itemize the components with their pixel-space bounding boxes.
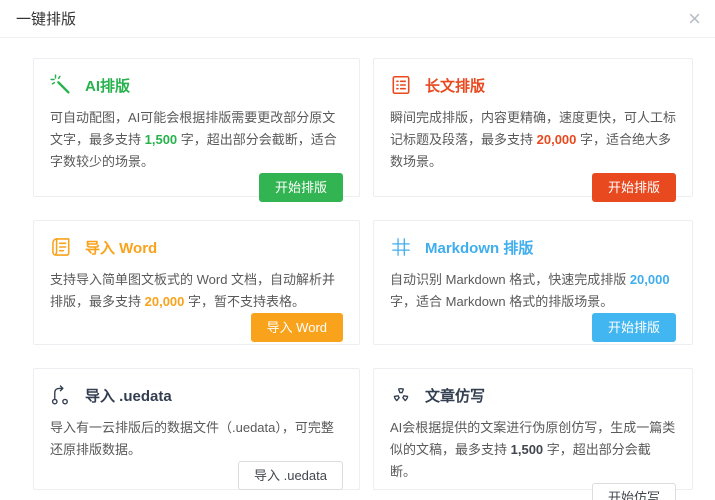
word-limit: 1,500	[511, 442, 544, 457]
card-long-article: 长文排版 瞬间完成排版，内容更精确，速度更快，可人工标记标题及段落，最多支持 2…	[373, 58, 693, 197]
card-import-uedata: 导入 .uedata 导入有一云排版后的数据文件（.uedata），可完整还原排…	[33, 368, 360, 490]
import-word-button[interactable]: 导入 Word	[251, 313, 343, 342]
dialog-title: 一键排版	[16, 8, 76, 29]
card-title: 导入 Word	[85, 237, 157, 258]
card-title: 文章仿写	[425, 385, 485, 406]
word-limit: 1,500	[145, 132, 178, 147]
card-head: 导入 .uedata	[50, 384, 343, 406]
branch-icon	[50, 384, 72, 406]
card-description: 可自动配图，AI可能会根据排版需要更改部分原文文字，最多支持 1,500 字，超…	[50, 107, 343, 173]
card-description: AI会根据提供的文案进行伪原创仿写，生成一篇类似的文稿，最多支持 1,500 字…	[390, 417, 676, 483]
card-import-word: 导入 Word 支持导入简单图文板式的 Word 文档，自动解析并排版，最多支持…	[33, 220, 360, 345]
word-document-icon	[50, 236, 72, 258]
radiation-icon	[390, 384, 412, 406]
start-format-button[interactable]: 开始排版	[592, 173, 676, 202]
card-head: 导入 Word	[50, 236, 343, 258]
card-ai-format: AI排版 可自动配图，AI可能会根据排版需要更改部分原文文字，最多支持 1,50…	[33, 58, 360, 197]
cards-grid: AI排版 可自动配图，AI可能会根据排版需要更改部分原文文字，最多支持 1,50…	[33, 58, 693, 490]
card-head: 文章仿写	[390, 384, 676, 406]
card-description: 导入有一云排版后的数据文件（.uedata），可完整还原排版数据。	[50, 417, 343, 461]
word-limit: 20,000	[630, 272, 670, 287]
hash-icon	[390, 236, 412, 258]
start-rewrite-button[interactable]: 开始仿写	[592, 483, 676, 500]
card-title: AI排版	[85, 75, 130, 96]
card-head: 长文排版	[390, 74, 676, 96]
card-article-rewrite: 文章仿写 AI会根据提供的文案进行伪原创仿写，生成一篇类似的文稿，最多支持 1,…	[373, 368, 693, 490]
card-description: 瞬间完成排版，内容更精确，速度更快，可人工标记标题及段落，最多支持 20,000…	[390, 107, 676, 173]
card-description: 自动识别 Markdown 格式，快速完成排版 20,000 字，适合 Mark…	[390, 269, 676, 313]
card-title: 长文排版	[425, 75, 485, 96]
card-description: 支持导入简单图文板式的 Word 文档，自动解析并排版，最多支持 20,000 …	[50, 269, 343, 313]
close-icon[interactable]: ×	[684, 2, 705, 36]
card-head: AI排版	[50, 74, 343, 96]
dialog-header: 一键排版	[0, 0, 715, 38]
card-markdown: Markdown 排版 自动识别 Markdown 格式，快速完成排版 20,0…	[373, 220, 693, 345]
word-limit: 20,000	[145, 294, 185, 309]
word-limit: 20,000	[537, 132, 577, 147]
start-format-button[interactable]: 开始排版	[259, 173, 343, 202]
list-document-icon	[390, 74, 412, 96]
card-head: Markdown 排版	[390, 236, 676, 258]
card-title: Markdown 排版	[425, 237, 533, 258]
magic-wand-icon	[50, 74, 72, 96]
card-title: 导入 .uedata	[85, 385, 172, 406]
import-uedata-button[interactable]: 导入 .uedata	[238, 461, 343, 490]
start-format-button[interactable]: 开始排版	[592, 313, 676, 342]
